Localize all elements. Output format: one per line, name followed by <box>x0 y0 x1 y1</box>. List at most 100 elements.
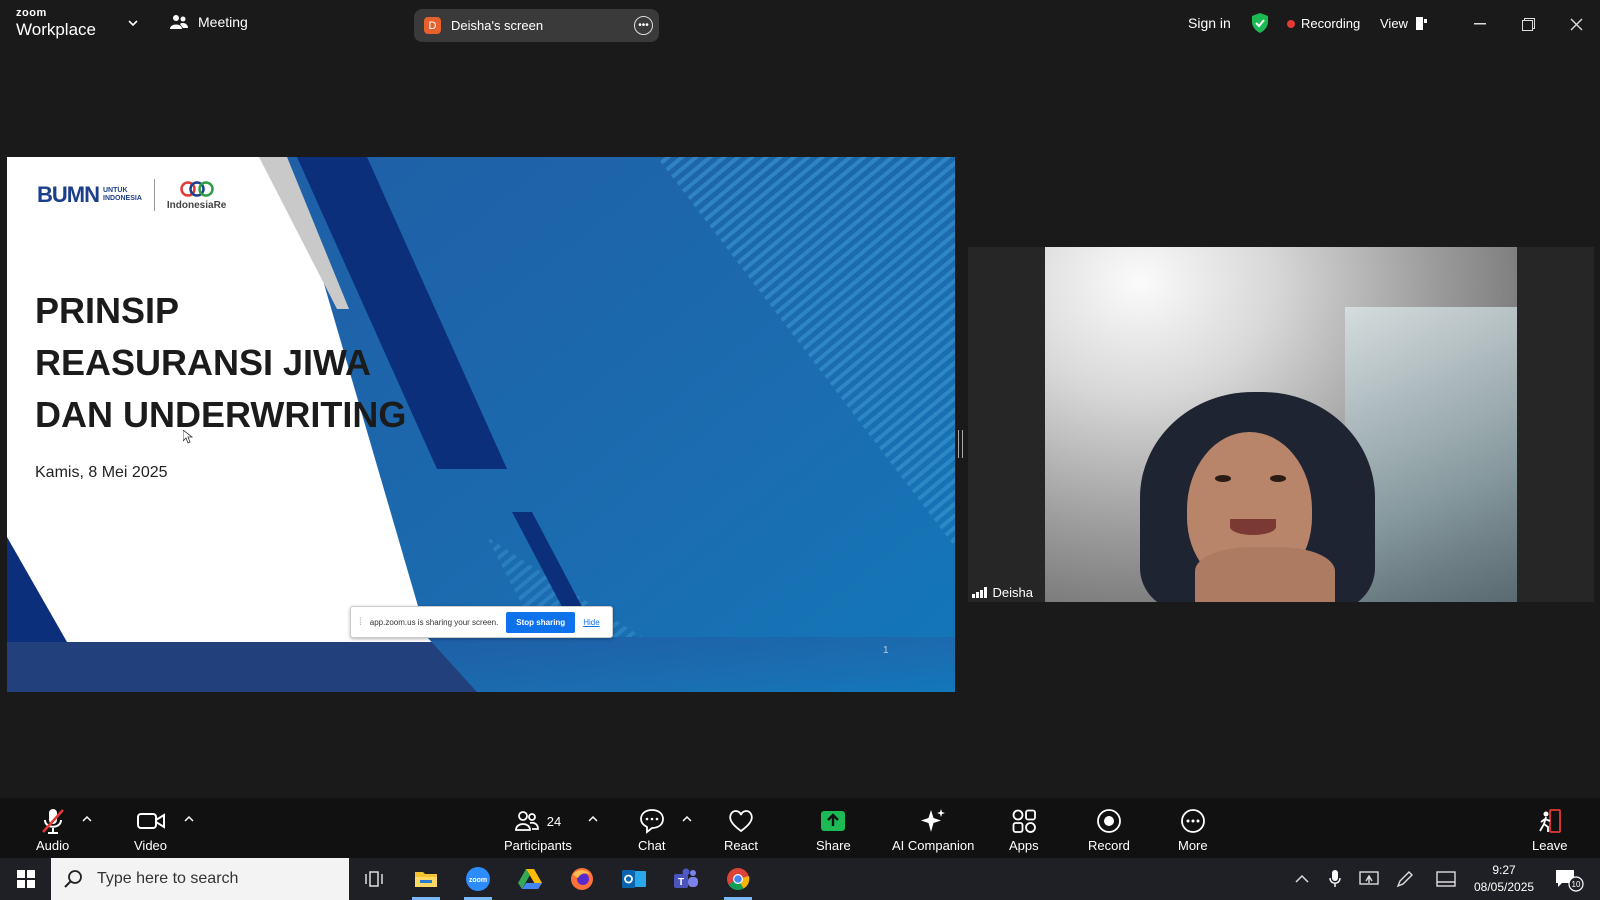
pen-tray-icon[interactable] <box>1395 869 1415 889</box>
shared-screen-label: Deisha's screen <box>451 18 544 33</box>
indonesiare-text: IndonesiaRe <box>166 199 227 211</box>
windows-taskbar: Type here to search zoom T 9:27 08/05/20… <box>0 858 1600 900</box>
shield-check-icon[interactable] <box>1250 12 1270 34</box>
chat-button[interactable]: Chat <box>638 806 665 853</box>
ai-companion-label: AI Companion <box>892 838 975 853</box>
screen-share-tray-icon[interactable] <box>1359 869 1379 889</box>
drag-handle-icon[interactable]: ⁞ <box>359 617 362 628</box>
meeting-menu[interactable]: Meeting <box>170 14 248 30</box>
svg-text:T: T <box>678 877 684 888</box>
slide-page-number: 1 <box>883 645 889 656</box>
leave-door-icon <box>1538 809 1561 833</box>
meeting-toolbar: Audio Video 24 Participants Chat React S… <box>0 798 1600 858</box>
chrome-icon[interactable] <box>722 864 754 900</box>
view-button[interactable]: View <box>1380 16 1428 31</box>
shared-slide: BUMN UNTUK INDONESIA IndonesiaRe PRINSIP… <box>7 157 955 692</box>
participant-video-tile[interactable]: Deisha <box>968 247 1594 602</box>
video-person-hand <box>1195 547 1335 602</box>
search-placeholder: Type here to search <box>97 870 239 887</box>
show-hidden-icons-chevron-icon[interactable] <box>1292 869 1312 889</box>
mouse-cursor-icon <box>183 430 193 444</box>
firefox-icon[interactable] <box>566 864 598 894</box>
microphone-tray-icon[interactable] <box>1325 869 1345 889</box>
zoom-app-icon[interactable]: zoom <box>462 864 494 900</box>
audio-label: Audio <box>36 838 70 853</box>
panel-resize-handle[interactable] <box>958 430 963 458</box>
participants-options-chevron-icon[interactable] <box>588 814 598 824</box>
video-person-eye-left <box>1215 475 1231 482</box>
more-label: More <box>1178 838 1208 853</box>
heart-icon <box>729 810 753 833</box>
share-screen-icon <box>821 811 846 831</box>
indonesiare-rings-icon <box>179 180 214 197</box>
task-view-icon[interactable] <box>358 864 390 894</box>
leave-button[interactable]: Leave <box>1532 806 1567 853</box>
audio-button[interactable]: Audio <box>36 806 69 853</box>
file-explorer-icon[interactable] <box>410 864 442 900</box>
taskbar-clock[interactable]: 9:27 08/05/2025 <box>1474 862 1534 896</box>
google-drive-icon[interactable] <box>514 864 546 894</box>
participants-button[interactable]: 24 Participants <box>504 806 572 853</box>
indonesiare-logo: IndonesiaRe <box>167 180 226 211</box>
notification-center-icon[interactable]: 10 <box>1554 868 1584 897</box>
apps-button[interactable]: Apps <box>1009 806 1039 853</box>
logo-workplace-text: Workplace <box>16 20 96 39</box>
video-person-mouth <box>1230 519 1276 535</box>
signal-strength-icon <box>972 587 987 598</box>
clock-date: 08/05/2025 <box>1474 880 1535 894</box>
meeting-label: Meeting <box>198 14 248 30</box>
participants-icon <box>514 811 539 831</box>
participants-count: 24 <box>546 813 562 829</box>
chat-options-chevron-icon[interactable] <box>682 814 692 824</box>
video-label: Video <box>134 838 168 853</box>
hide-link[interactable]: Hide <box>583 618 599 627</box>
restore-icon[interactable] <box>1516 12 1540 36</box>
stop-sharing-button[interactable]: Stop sharing <box>506 611 576 633</box>
video-person-eye-right <box>1270 475 1286 482</box>
share-notice-text: app.zoom.us is sharing your screen. <box>369 617 499 627</box>
shared-screen-pill[interactable]: D Deisha's screen ••• <box>414 9 659 42</box>
close-icon[interactable] <box>1564 12 1588 36</box>
microphone-muted-icon <box>41 809 64 834</box>
video-button[interactable]: Video <box>134 806 167 853</box>
audio-options-chevron-icon[interactable] <box>82 814 92 824</box>
share-button[interactable]: Share <box>816 806 851 853</box>
record-label: Record <box>1088 838 1130 853</box>
more-options-icon[interactable]: ••• <box>634 16 653 35</box>
title-bar: zoom Workplace Meeting D Deisha's screen… <box>0 0 1600 48</box>
record-button[interactable]: Record <box>1088 806 1130 853</box>
windows-start-icon[interactable] <box>10 864 42 894</box>
outlook-icon[interactable] <box>618 864 650 894</box>
leave-label: Leave <box>1532 838 1568 853</box>
meeting-people-icon <box>170 15 188 29</box>
bumn-logo: BUMN <box>37 182 100 207</box>
chat-label: Chat <box>638 838 666 853</box>
minimize-icon[interactable] <box>1468 12 1492 36</box>
record-icon <box>1097 809 1121 833</box>
participants-label: Participants <box>504 838 572 853</box>
sign-in-link[interactable]: Sign in <box>1188 15 1231 31</box>
video-options-chevron-icon[interactable] <box>184 814 194 824</box>
chevron-down-icon[interactable] <box>126 16 140 30</box>
display-tray-icon[interactable] <box>1436 869 1456 889</box>
view-label: View <box>1380 16 1408 31</box>
slide-logos: BUMN UNTUK INDONESIA IndonesiaRe <box>37 179 226 211</box>
microsoft-teams-icon[interactable]: T <box>670 864 702 894</box>
zoom-workplace-logo[interactable]: zoom Workplace <box>16 8 96 39</box>
apps-label: Apps <box>1009 838 1039 853</box>
slide-date: Kamis, 8 Mei 2025 <box>35 464 168 481</box>
react-button[interactable]: React <box>724 806 758 853</box>
recording-label: Recording <box>1301 16 1361 31</box>
more-button[interactable]: More <box>1178 806 1208 853</box>
share-label: Share <box>816 838 851 853</box>
ai-companion-button[interactable]: AI Companion <box>892 806 974 853</box>
view-layout-icon <box>1415 17 1427 30</box>
screen-share-notification: ⁞ app.zoom.us is sharing your screen. St… <box>350 606 613 638</box>
taskbar-search-box[interactable]: Type here to search <box>51 858 349 900</box>
svg-text:zoom: zoom <box>469 877 487 884</box>
chat-bubble-icon <box>639 809 664 834</box>
recording-indicator[interactable]: Recording <box>1287 16 1360 31</box>
bumn-logo-subtitle: UNTUK INDONESIA <box>103 187 142 202</box>
search-icon <box>64 870 82 888</box>
participant-name: Deisha <box>992 585 1033 600</box>
